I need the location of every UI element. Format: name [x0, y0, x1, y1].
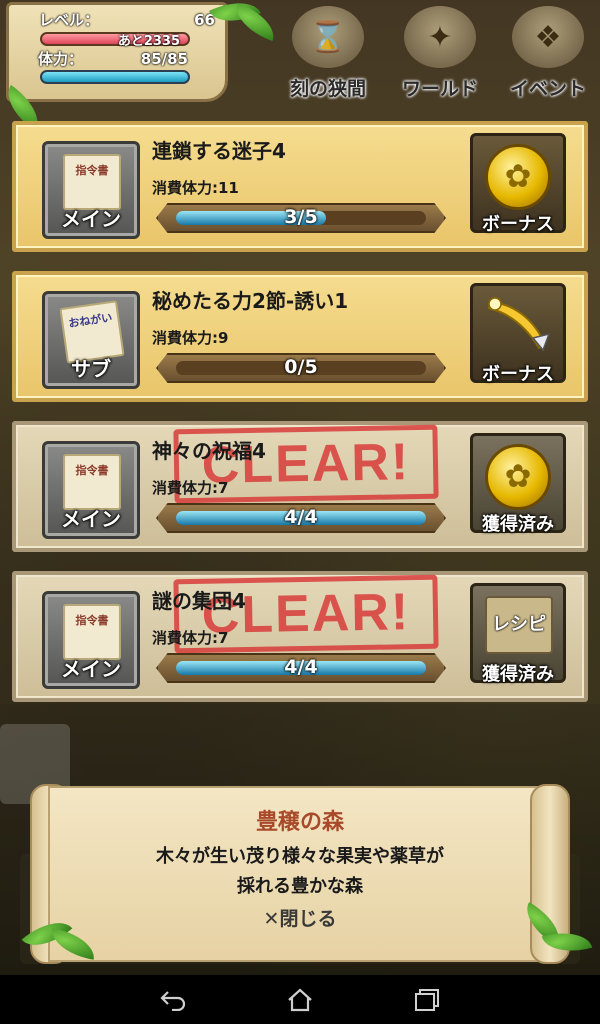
level-row: レベル： 66: [39, 11, 215, 29]
quest-type-label: メイン: [61, 207, 121, 231]
world-crest-icon: ✦: [404, 6, 476, 68]
nav-event-label: イベント: [509, 78, 586, 100]
quest-card[interactable]: 指令書 メイン 連鎖する迷子4 消費体力:11 3/5 ボーナス: [12, 121, 588, 252]
main-quest-icon: 指令書 メイン: [42, 591, 140, 689]
quest-card[interactable]: おねがい サブ 秘めたる力2節-誘い1 消費体力:9 0/5 ボーナス: [12, 271, 588, 402]
quest-stamina-cost: 消費体力:9: [152, 329, 229, 347]
gold-coin-icon: [485, 144, 551, 210]
order-scroll-icon: 指令書: [63, 154, 121, 210]
quest-stamina-cost: 消費体力:7: [152, 479, 229, 497]
progress-text: 4/4: [284, 506, 318, 528]
quest-progress-bar: 0/5: [156, 353, 446, 383]
reward-slot: 獲得済み: [470, 433, 566, 535]
sub-quest-icon: おねがい サブ: [42, 291, 140, 389]
location-dialog: 豊穣の森 木々が生い茂り様々な果実や薬草が 採れる豊かな森 ✕閉じる: [48, 786, 552, 962]
dialog-description-line1: 木々が生い茂り様々な果実や薬草が: [156, 846, 444, 867]
nav-world-label: ワールド: [401, 78, 478, 100]
nav-time-rift[interactable]: ⌛ 刻の狭間: [278, 6, 378, 100]
stamina-bar: [40, 70, 190, 84]
main-quest-icon: 指令書 メイン: [42, 441, 140, 539]
quest-title: 謎の集団4: [152, 589, 246, 613]
exp-remaining-text: あと2335: [117, 34, 180, 49]
reward-label: ボーナス: [482, 364, 554, 385]
home-icon[interactable]: [280, 980, 320, 1020]
level-label: レベル：: [39, 11, 100, 29]
order-scroll-icon: 指令書: [63, 454, 121, 510]
hourglass-icon: ⌛: [292, 6, 364, 68]
progress-text: 4/4: [284, 656, 318, 678]
stamina-label: 体力：: [38, 50, 84, 68]
progress-text: 3/5: [284, 206, 318, 228]
nav-event[interactable]: ❖ イベント: [498, 6, 598, 100]
quest-stamina-cost: 消費体力:11: [152, 179, 239, 197]
quest-type-label: サブ: [71, 357, 111, 381]
reward-label: 獲得済み: [482, 514, 554, 535]
progress-text: 0/5: [284, 356, 318, 378]
reward-label: ボーナス: [482, 214, 554, 235]
dialog-title: 豊穣の森: [255, 810, 344, 835]
reward-label: 獲得済み: [482, 664, 554, 685]
exp-bar: あと2335: [40, 32, 190, 49]
recents-icon[interactable]: [407, 980, 447, 1020]
quest-stamina-cost: 消費体力:7: [152, 629, 229, 647]
quest-title: 連鎖する迷子4: [152, 139, 286, 163]
quest-progress-bar: 3/5: [156, 203, 446, 233]
quest-card-cleared[interactable]: 指令書 メイン CLEAR! 神々の祝福4 消費体力:7 4/4 獲得済み: [12, 421, 588, 552]
main-quest-icon: 指令書 メイン: [42, 141, 140, 239]
quest-card-cleared[interactable]: 指令書 メイン CLEAR! 謎の集団4 消費体力:7 4/4 レシピ 獲得済み: [12, 571, 588, 702]
quest-title: 秘めたる力2節-誘い1: [152, 289, 349, 313]
event-crest-icon: ❖: [512, 6, 584, 68]
quest-type-label: メイン: [61, 507, 121, 531]
reward-slot[interactable]: ボーナス: [470, 133, 566, 235]
order-scroll-icon: 指令書: [63, 604, 121, 660]
quest-progress-bar: 4/4: [156, 503, 446, 533]
quest-type-label: メイン: [61, 657, 121, 681]
quest-title: 神々の祝福4: [152, 439, 266, 463]
dialog-description-line2: 採れる豊かな森: [237, 876, 363, 897]
nav-time-rift-label: 刻の狭間: [289, 78, 366, 100]
reward-slot: レシピ 獲得済み: [470, 583, 566, 685]
reward-slot[interactable]: ボーナス: [470, 283, 566, 385]
recipe-icon: レシピ: [485, 596, 553, 654]
quest-progress-bar: 4/4: [156, 653, 446, 683]
close-button[interactable]: ✕閉じる: [50, 904, 550, 931]
feather-icon: [487, 297, 551, 352]
nav-world[interactable]: ✦ ワールド: [390, 6, 490, 100]
gold-coin-icon: [485, 444, 551, 510]
stamina-value: 85/85: [140, 50, 188, 68]
system-navigation-bar: [0, 975, 600, 1024]
back-icon[interactable]: [153, 980, 193, 1020]
stamina-row: 体力： 85/85: [38, 50, 188, 68]
